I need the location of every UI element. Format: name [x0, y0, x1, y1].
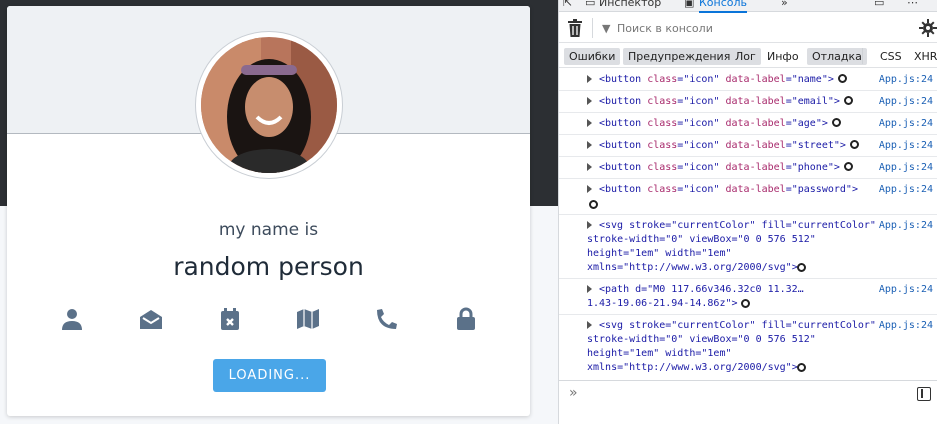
console-toolbar: ▼ [559, 13, 937, 43]
lock-icon[interactable] [451, 304, 481, 334]
expand-icon[interactable] [587, 321, 592, 329]
entry-code-line: stroke-width="0" viewBox="0 0 576 512" [587, 334, 816, 345]
console-entry[interactable]: <button class="icon" data-label="email">… [559, 91, 937, 113]
entry-source-link[interactable]: App.js:24 [879, 161, 933, 175]
sidebar-toggle-icon[interactable] [917, 387, 931, 401]
console-filter-input[interactable] [617, 19, 907, 37]
pick-element-icon[interactable]: ⇱ [563, 0, 572, 9]
entry-code-line: 1.43-19.06-21.94-14.86z"> [587, 298, 738, 309]
console-entry[interactable]: <svg stroke="currentColor" fill="current… [559, 315, 937, 379]
expand-icon[interactable] [587, 141, 592, 149]
node-gear-icon[interactable] [797, 263, 806, 272]
filter-warnings[interactable]: Предупреждения [623, 48, 736, 65]
avatar-photo [201, 37, 337, 173]
inspector-icon: ▭ [585, 0, 596, 9]
toolbar-divider [592, 18, 593, 38]
node-gear-icon[interactable] [849, 140, 859, 149]
entry-code-line: xmlns="http://www.w3.org/2000/svg"> [587, 362, 798, 373]
user-card: my name is random person LOADING... [7, 6, 530, 416]
expand-icon[interactable] [587, 285, 592, 293]
node-gear-icon[interactable] [589, 200, 598, 209]
entry-source-link[interactable]: App.js:24 [879, 117, 933, 131]
devtools-panel: ⇱ ▭ Инспектор ▣ Консоль » ▭ ⋯ ▼ Ошибки П… [558, 0, 937, 424]
more-options-icon[interactable]: ⋯ [907, 0, 918, 9]
console-prompt-icon: » [569, 385, 578, 401]
expand-icon[interactable] [587, 221, 592, 229]
entry-source-link[interactable]: App.js:24 [879, 73, 933, 87]
entry-code-line: <svg stroke="currentColor" fill="current… [599, 320, 876, 331]
node-gear-icon[interactable] [843, 162, 853, 171]
entry-code-line: height="1em" width="1em" [587, 348, 732, 359]
entry-code-line: <svg stroke="currentColor" fill="current… [599, 220, 876, 231]
entry-source-link[interactable]: App.js:24 [879, 183, 933, 197]
filter-xhr[interactable]: XHR [909, 48, 937, 65]
console-entry[interactable]: <path d="M0 117.66v346.32c0 11.32… 1.43-… [559, 279, 937, 315]
field-value: random person [173, 252, 364, 281]
entry-code: <button class="icon" data-label="name"> [599, 73, 879, 87]
entry-code-line: <path d="M0 117.66v346.32c0 11.32… [599, 284, 804, 295]
entry-source-link[interactable]: App.js:24 [879, 219, 933, 233]
console-entry[interactable]: <button class="icon" data-label="street"… [559, 135, 937, 157]
entry-source-link[interactable]: App.js:24 [879, 95, 933, 109]
entry-source-link[interactable]: App.js:24 [879, 283, 933, 297]
node-gear-icon[interactable] [843, 96, 853, 105]
expand-icon[interactable] [587, 97, 592, 105]
entry-code-line: height="1em" width="1em" [587, 248, 732, 259]
expand-icon[interactable] [587, 119, 592, 127]
console-entry[interactable]: <button class="icon" data-label="passwor… [559, 179, 937, 215]
filter-errors[interactable]: Ошибки [564, 48, 621, 65]
entry-code: <button class="icon" data-label="phone"> [599, 161, 879, 175]
filter-info[interactable]: Инфо [762, 48, 804, 65]
expand-icon[interactable] [587, 185, 592, 193]
loading-button[interactable]: LOADING... [213, 359, 326, 392]
filter-icon: ▼ [602, 22, 611, 35]
console-input-area[interactable]: » [559, 380, 937, 424]
tab-console[interactable]: Консоль [699, 0, 748, 13]
node-gear-icon[interactable] [741, 299, 750, 308]
entry-code-line: stroke-width="0" viewBox="0 0 576 512" [587, 234, 816, 245]
field-label: my name is [218, 220, 319, 240]
node-gear-icon[interactable] [831, 118, 841, 127]
expand-icon[interactable] [587, 75, 592, 83]
console-entry[interactable]: <button class="icon" data-label="name"> … [559, 69, 937, 91]
devtools-tab-bar: ⇱ ▭ Инспектор ▣ Консоль » ▭ ⋯ [559, 0, 937, 13]
window-icon[interactable]: ▭ [874, 0, 884, 9]
console-output: <button class="icon" data-label="name"> … [559, 69, 937, 379]
entry-code: <button class="icon" data-label="passwor… [599, 184, 858, 195]
avatar [195, 31, 343, 179]
entry-code-line: xmlns="http://www.w3.org/2000/svg"> [587, 262, 798, 273]
console-entry[interactable]: <button class="icon" data-label="age"> A… [559, 113, 937, 135]
trash-icon[interactable] [567, 19, 583, 37]
node-gear-icon[interactable] [837, 74, 847, 83]
entry-source-link[interactable]: App.js:24 [879, 319, 933, 333]
gear-icon[interactable] [919, 19, 937, 37]
entry-source-link[interactable]: App.js:24 [879, 139, 933, 153]
console-entry[interactable]: <button class="icon" data-label="phone">… [559, 157, 937, 179]
envelope-open-icon[interactable] [136, 304, 166, 334]
app-page: my name is random person LOADING... [0, 0, 558, 424]
expand-icon[interactable] [587, 163, 592, 171]
filter-css[interactable]: CSS [875, 48, 907, 65]
map-icon[interactable] [293, 304, 323, 334]
tab-inspector[interactable]: Инспектор [599, 0, 661, 9]
calendar-times-icon[interactable] [215, 304, 245, 334]
entry-code: <button class="icon" data-label="email"> [599, 95, 879, 109]
filter-debug[interactable]: Отладка [807, 48, 867, 65]
field-icon-row [7, 304, 530, 336]
entry-code: <button class="icon" data-label="street"… [599, 139, 879, 153]
console-entry[interactable]: <svg stroke="currentColor" fill="current… [559, 215, 937, 279]
more-tabs-icon[interactable]: » [781, 0, 788, 9]
user-icon[interactable] [57, 304, 87, 334]
filter-log[interactable]: Лог [730, 48, 761, 65]
entry-code: <button class="icon" data-label="age"> [599, 117, 879, 131]
console-filter-bar: Ошибки Предупреждения Лог Инфо Отладка C… [559, 44, 937, 68]
phone-icon[interactable] [372, 304, 402, 334]
node-gear-icon[interactable] [797, 363, 806, 372]
filter-divider [862, 48, 863, 64]
console-icon: ▣ [684, 0, 695, 9]
